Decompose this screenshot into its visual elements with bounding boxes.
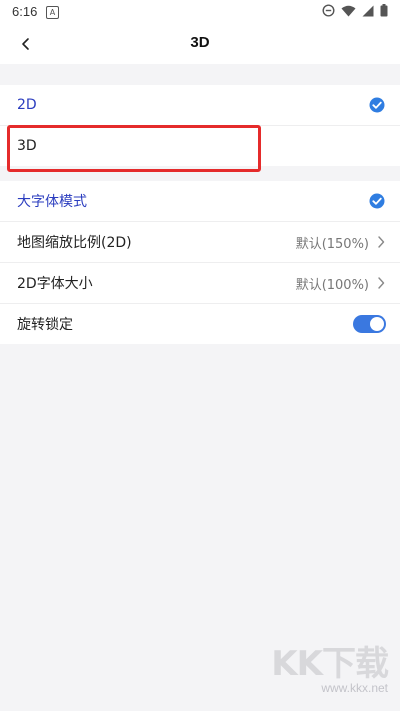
2d-font-size-label: 2D字体大小: [17, 276, 93, 292]
large-font-mode-label: 大字体模式: [17, 194, 87, 210]
highlight-annotation: [7, 125, 261, 172]
2d-font-size-value: 默认(100%): [295, 277, 369, 293]
a-icon: A: [46, 6, 59, 19]
settings-group: 大字体模式 地图缩放比例(2D) 默认(150%) 2D字体大小 默认(100%…: [0, 181, 400, 344]
map-zoom-scale-item[interactable]: 地图缩放比例(2D) 默认(150%): [0, 221, 400, 262]
battery-icon: [380, 4, 388, 17]
check-icon: [369, 97, 385, 113]
page-title: 3D: [190, 34, 210, 51]
signal-icon: [362, 5, 374, 16]
watermark-logo: KK下载: [271, 644, 389, 684]
dnd-icon: [322, 4, 335, 17]
status-icons: [322, 4, 388, 17]
toggle-knob: [370, 317, 384, 331]
status-time: 6:16: [12, 4, 38, 19]
mode-item-label: 2D: [17, 97, 37, 113]
mode-item-2d[interactable]: 2D: [0, 85, 400, 125]
large-font-mode-item[interactable]: 大字体模式: [0, 181, 400, 221]
chevron-right-icon: [378, 277, 385, 289]
watermark: KK下载 www.kkx.net: [271, 636, 389, 695]
rotation-lock-toggle[interactable]: [353, 315, 386, 333]
chevron-right-icon: [378, 236, 385, 248]
map-zoom-scale-label: 地图缩放比例(2D): [17, 235, 132, 251]
map-zoom-scale-value: 默认(150%): [295, 236, 369, 252]
wifi-icon: [341, 5, 356, 16]
status-bar: 6:16 A: [0, 0, 400, 24]
2d-font-size-item[interactable]: 2D字体大小 默认(100%): [0, 262, 400, 303]
rotation-lock-item: 旋转锁定: [0, 303, 400, 344]
check-icon: [369, 193, 385, 209]
rotation-lock-label: 旋转锁定: [17, 317, 73, 333]
app-bar: 3D: [0, 24, 400, 64]
